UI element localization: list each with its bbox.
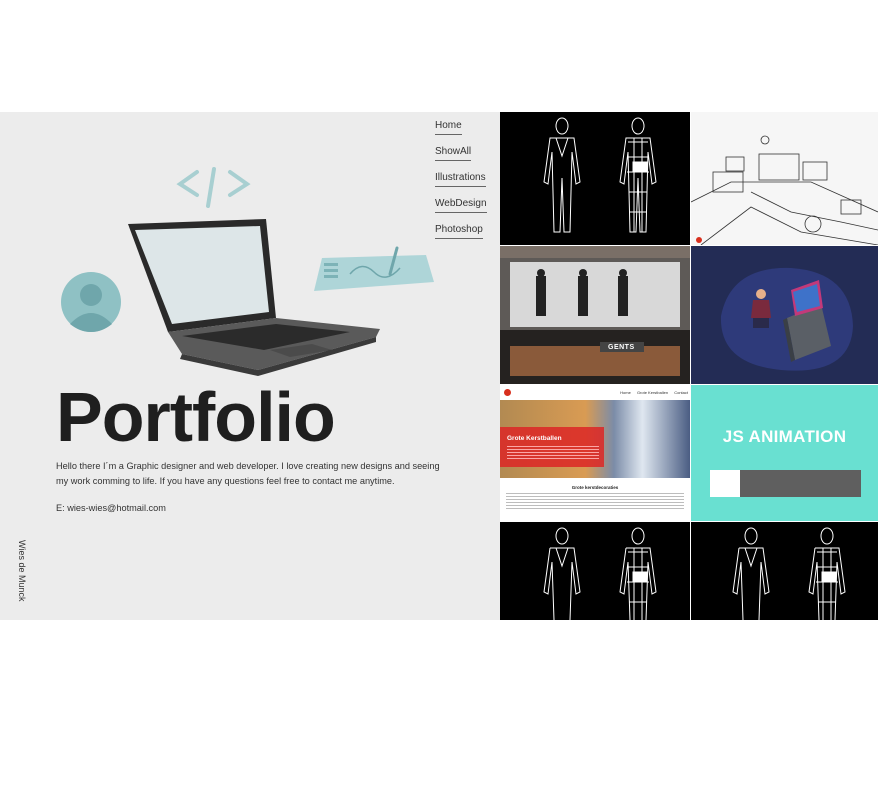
website-navbar: Home Grote Kerstballen Contact [500, 385, 690, 399]
website-section-title: Grote kerstdecoraties [571, 485, 619, 490]
js-animation-progress-bar [710, 470, 861, 497]
avatar-icon [61, 272, 121, 332]
drawing-tablet-icon [314, 246, 434, 291]
website-hero: Grote Kerstballen [500, 400, 690, 478]
website-hero-text [507, 446, 599, 460]
nav-showall[interactable]: ShowAll [435, 146, 472, 161]
nav-home[interactable]: Home [435, 120, 462, 135]
portfolio-grid: GENTS Home Grote Kerstballen Contact Gro… [500, 112, 878, 620]
intro-panel: Home ShowAll Illustrations WebDesign Pho… [0, 112, 500, 620]
suit-illustration [543, 527, 657, 620]
author-name: Wies de Munck [17, 540, 27, 602]
portfolio-tile-website[interactable]: Home Grote Kerstballen Contact Grote Ker… [500, 385, 690, 521]
portfolio-tile-js-animation[interactable]: JS ANIMATION [691, 385, 878, 521]
main-nav: Home ShowAll Illustrations WebDesign Pho… [435, 120, 487, 250]
code-icon [176, 167, 251, 208]
intro-text: Hello there I´m a Graphic designer and w… [56, 461, 440, 486]
nav-photoshop[interactable]: Photoshop [435, 224, 483, 239]
suit-illustration [732, 527, 846, 620]
portfolio-tile-gents-store[interactable]: GENTS [500, 246, 690, 384]
portfolio-tile-isometric[interactable] [691, 246, 878, 384]
workspace-illustration [61, 167, 434, 376]
contact-email[interactable]: E: wies-wies@hotmail.com [56, 503, 166, 513]
office-sketch-illustration [691, 135, 878, 245]
website-link-home: Home [620, 390, 631, 395]
website-body-text [506, 493, 684, 511]
portfolio-tile-office-sketch[interactable] [691, 112, 878, 245]
page-title: Portfolio [56, 378, 336, 456]
storefront-photo [500, 246, 690, 384]
website-logo-icon [504, 389, 511, 396]
website-link-kerstballen: Grote Kerstballen [636, 390, 669, 395]
js-animation-title: JS ANIMATION [722, 427, 847, 446]
nav-illustrations[interactable]: Illustrations [435, 172, 486, 187]
website-link-contact: Contact [674, 390, 688, 395]
portfolio-page: Home ShowAll Illustrations WebDesign Pho… [0, 112, 878, 620]
portfolio-tile-suits-2[interactable] [500, 522, 690, 620]
nav-webdesign[interactable]: WebDesign [435, 198, 487, 213]
suit-illustration [543, 117, 657, 233]
js-animation-progress-fill [710, 470, 741, 497]
laptop-icon [128, 219, 380, 376]
portfolio-tile-suits-3[interactable] [691, 522, 878, 620]
portfolio-tile-suits[interactable] [500, 112, 690, 245]
store-sign: GENTS [608, 344, 635, 351]
isometric-illustration [720, 267, 853, 371]
website-hero-title: Grote Kerstballen [507, 435, 562, 442]
